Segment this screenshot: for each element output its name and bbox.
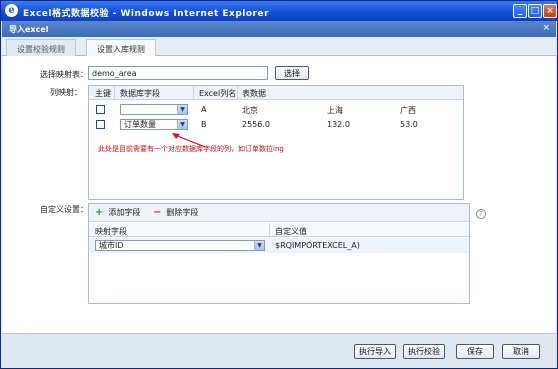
table-data-cell: 2556.0 xyxy=(242,120,270,129)
mapping-table-label: 选择映射表： xyxy=(40,70,88,79)
mapped-field-select[interactable]: 城市ID ▼ xyxy=(95,240,265,251)
add-field-label: 添加字段 xyxy=(108,208,141,217)
excel-col-value: A xyxy=(201,105,207,114)
chevron-down-icon: ▼ xyxy=(254,241,264,250)
column-mapping-grid: 主键 数据库字段 Excel列名 表数据 ▼ A 北京 上海 广西 订单数量 ▼ … xyxy=(88,85,464,200)
delete-field-label: 删除字段 xyxy=(166,208,199,217)
help-icon[interactable]: ? xyxy=(476,209,486,219)
dialog-footer: 执行导入 执行校验 保存 取消 xyxy=(2,333,556,368)
custom-toolbar: + 添加字段 − 删除字段 xyxy=(89,204,469,222)
header-db-field: 数据库字段 xyxy=(120,89,160,98)
select-table-button[interactable]: 选择 xyxy=(275,66,309,80)
header-table-data: 表数据 xyxy=(242,89,266,98)
execute-import-button[interactable]: 执行导入 xyxy=(354,344,396,359)
column-divider xyxy=(237,86,238,100)
custom-settings-grid: + 添加字段 − 删除字段 映射字段 自定义值 城市ID ▼ $RQIMPORTEXC… xyxy=(88,203,470,304)
tab-bar: 设置校验规则 设置入库规则 xyxy=(2,37,556,57)
table-data-cell: 北京 xyxy=(242,106,258,115)
execute-validate-button[interactable]: 执行校验 xyxy=(403,344,445,359)
minimize-button[interactable]: _ xyxy=(513,4,527,18)
maximize-icon: □ xyxy=(530,6,540,16)
delete-field-button[interactable]: − 删除字段 xyxy=(153,207,198,218)
custom-grid-header: 映射字段 自定义值 xyxy=(89,223,469,237)
window-titlebar: e Excel格式数据校验 - Windows Internet Explore… xyxy=(1,1,557,21)
tab-import-rules[interactable]: 设置入库规则 xyxy=(86,39,156,57)
column-divider xyxy=(114,86,115,100)
primary-key-checkbox[interactable] xyxy=(96,105,105,114)
window-title: Excel格式数据校验 - Windows Internet Explorer xyxy=(23,9,270,19)
custom-settings-label: 自定义设置： xyxy=(40,205,88,214)
header-excel-col: Excel列名 xyxy=(199,89,237,98)
dialog-titlebar: 导入excel × xyxy=(2,21,556,37)
import-rules-panel: 选择映射表： demo_area 选择 列映射： 主键 数据库字段 Excel列… xyxy=(2,56,556,333)
column-mapping-label: 列映射： xyxy=(50,88,82,97)
browser-window: e Excel格式数据校验 - Windows Internet Explore… xyxy=(0,0,558,369)
maximize-button[interactable]: □ xyxy=(528,4,542,18)
db-field-select[interactable]: ▼ xyxy=(120,104,188,115)
minimize-icon: _ xyxy=(517,6,523,16)
plus-icon: + xyxy=(95,207,104,218)
ie-icon: e xyxy=(5,4,18,17)
column-divider xyxy=(269,223,270,237)
add-field-button[interactable]: + 添加字段 xyxy=(95,207,140,218)
table-data-cell: 132.0 xyxy=(327,120,350,129)
mapped-field-value: 城市ID xyxy=(99,241,124,250)
dialog-close-button[interactable]: × xyxy=(542,23,550,33)
table-data-cell: 广西 xyxy=(400,106,416,115)
custom-value-cell[interactable]: $RQIMPORTEXCEL_A) xyxy=(275,241,360,250)
save-button[interactable]: 保存 xyxy=(456,344,494,359)
column-divider xyxy=(193,86,194,100)
cancel-button[interactable]: 取消 xyxy=(502,344,540,359)
header-custom-value: 自定义值 xyxy=(275,227,307,236)
tab-validation-rules[interactable]: 设置校验规则 xyxy=(6,39,76,56)
excel-col-value: B xyxy=(201,120,207,129)
header-primary-key: 主键 xyxy=(95,89,111,98)
table-data-cell: 上海 xyxy=(327,106,343,115)
db-field-value: 订单数量 xyxy=(124,120,156,129)
chevron-down-icon: ▼ xyxy=(177,105,187,114)
annotation-note: 此处是目前需要有一个对应数据库字段的列，如订单数拉ing xyxy=(98,145,284,153)
close-icon: × xyxy=(546,6,554,16)
table-data-cell: 53.0 xyxy=(400,120,418,129)
minus-icon: − xyxy=(153,207,162,218)
close-window-button[interactable]: × xyxy=(543,4,557,18)
header-mapped-field: 映射字段 xyxy=(95,227,127,236)
mapping-table-input[interactable]: demo_area xyxy=(88,66,268,80)
primary-key-checkbox[interactable] xyxy=(96,120,105,129)
grid-header: 主键 数据库字段 Excel列名 表数据 xyxy=(89,86,463,100)
dialog-title: 导入excel xyxy=(9,25,49,34)
db-field-select[interactable]: 订单数量 ▼ xyxy=(120,119,188,130)
table-row: 城市ID ▼ $RQIMPORTEXCEL_A) xyxy=(89,238,469,253)
chevron-down-icon: ▼ xyxy=(177,120,187,129)
